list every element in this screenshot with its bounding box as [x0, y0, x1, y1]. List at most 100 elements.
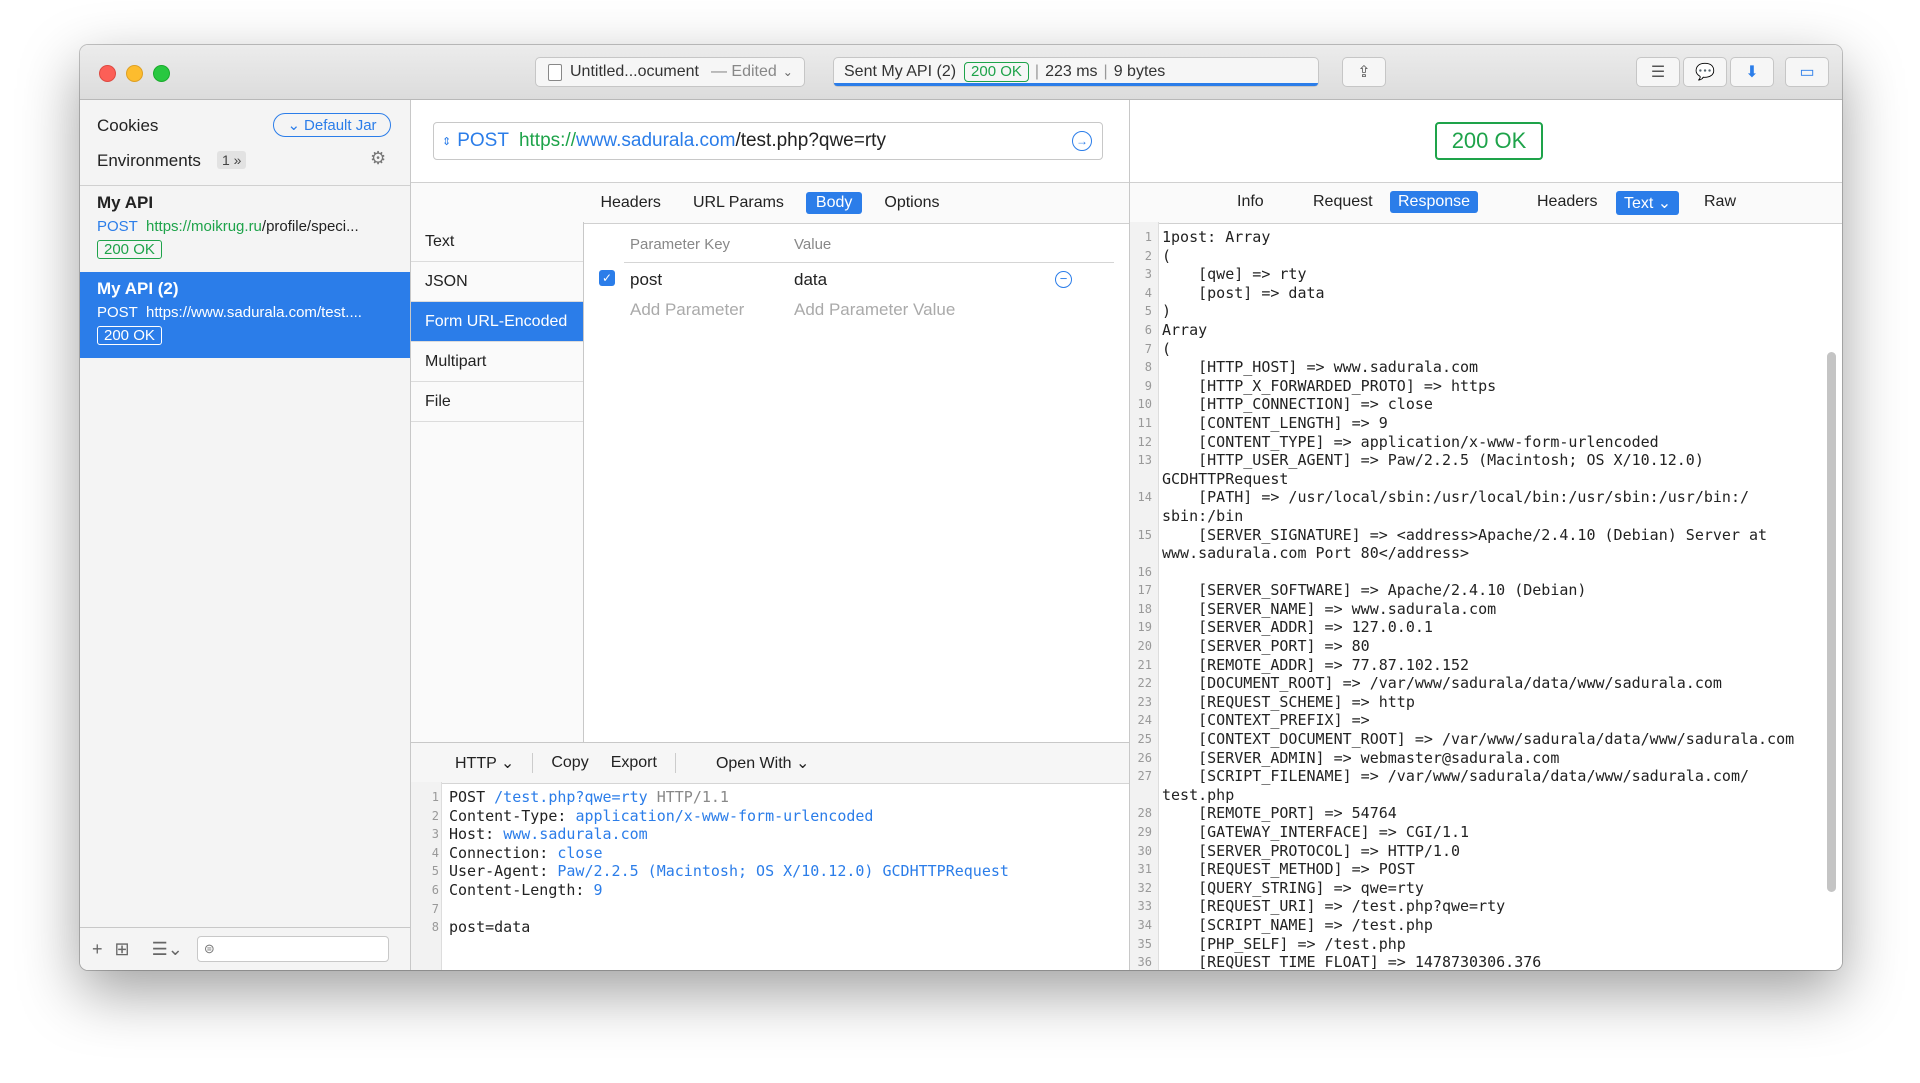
sort-menu-icon[interactable]: ☰⌄	[152, 939, 183, 960]
response-line: [REMOTE_ADDR] => 77.87.102.152	[1162, 655, 1470, 674]
line-number: 3	[1144, 267, 1152, 282]
tab-options[interactable]: Options	[874, 192, 949, 214]
body-type-list: Text JSON Form URL-Encoded Multipart Fil…	[411, 222, 584, 742]
response-scrollbar[interactable]	[1827, 352, 1836, 892]
sidebar-toggle-button[interactable]: ▭	[1785, 57, 1829, 87]
response-line: [CONTEXT_PREFIX] =>	[1162, 711, 1370, 730]
method-label[interactable]: POST	[457, 130, 509, 152]
zoom-window-button[interactable]	[153, 65, 170, 82]
response-line: test.php	[1162, 785, 1235, 804]
response-panel-button[interactable]: ⬇	[1730, 57, 1774, 87]
environments-count[interactable]: 1 »	[217, 151, 247, 169]
body-type-multipart[interactable]: Multipart	[411, 342, 583, 382]
url-bar[interactable]: ⇕ POST https://www.sadurala.com/test.php…	[433, 122, 1103, 160]
line-number: 14	[1137, 490, 1152, 505]
open-with-button[interactable]: Open With ⌄	[694, 753, 809, 773]
tab-headers[interactable]: Headers	[1529, 191, 1605, 213]
status-badge: 200 OK	[97, 326, 162, 345]
code-line: Content-Type: application/x-www-form-url…	[449, 806, 874, 825]
line-number: 26	[1137, 750, 1152, 765]
remove-param-icon[interactable]: −	[1055, 271, 1072, 288]
copy-button[interactable]: Copy	[551, 754, 588, 772]
response-line: [HTTP_X_FORWARDED_PROTO] => https	[1162, 376, 1497, 395]
response-line: [PATH] => /usr/local/sbin:/usr/local/bin…	[1162, 488, 1749, 507]
format-selector[interactable]: HTTP ⌄	[433, 753, 514, 773]
line-number	[1130, 470, 1152, 489]
response-line: [QUERY_STRING] => qwe=rty	[1162, 878, 1424, 897]
line-number: 23	[1137, 694, 1152, 709]
layout-button[interactable]: ☰	[1636, 57, 1680, 87]
response-line: [DOCUMENT_ROOT] => /var/www/sadurala/dat…	[1162, 674, 1722, 693]
param-value-header: Value	[794, 236, 832, 253]
tab-request[interactable]: Request	[1305, 191, 1381, 213]
minimize-window-button[interactable]	[126, 65, 143, 82]
share-button[interactable]: ⇪	[1342, 57, 1386, 87]
url-host: www.sadurala.com	[575, 130, 736, 151]
line-number: 15	[1137, 527, 1152, 542]
send-arrow-icon[interactable]: →	[1072, 131, 1092, 151]
request-list-item-selected[interactable]: My API (2) POST https://www.sadurala.com…	[80, 272, 410, 358]
request-pane: ⇕ POST https://www.sadurala.com/test.php…	[411, 100, 1130, 970]
add-group-icon[interactable]: ⊞	[115, 939, 130, 960]
request-list-item[interactable]: My API POST https://moikrug.ru/profile/s…	[80, 186, 410, 272]
cookies-label: Cookies	[97, 116, 159, 135]
response-line: [SERVER_SIGNATURE] => <address>Apache/2.…	[1162, 525, 1768, 544]
method-selector-icon[interactable]: ⇕	[442, 135, 451, 148]
code-line: Connection: close	[449, 843, 603, 862]
status-request-name: Sent My API (2)	[844, 63, 957, 80]
line-number: 27	[1137, 769, 1152, 784]
filter-input[interactable]: ⊜	[196, 936, 389, 962]
line-number: 13	[1137, 453, 1152, 468]
response-line: [REQUEST_URI] => /test.php?qwe=rty	[1162, 897, 1506, 916]
response-line: [CONTEXT_DOCUMENT_ROOT] => /var/www/sadu…	[1162, 730, 1795, 749]
tab-info[interactable]: Info	[1229, 191, 1272, 213]
export-button[interactable]: Export	[611, 754, 657, 772]
body-type-json[interactable]: JSON	[411, 262, 583, 302]
line-number: 4	[431, 845, 439, 860]
extensions-button[interactable]: 💬	[1683, 57, 1727, 87]
param-value-field[interactable]: data	[794, 270, 827, 290]
body-type-file[interactable]: File	[411, 382, 583, 422]
response-line: [SERVER_ADDR] => 127.0.0.1	[1162, 618, 1433, 637]
tab-raw[interactable]: Raw	[1696, 191, 1744, 213]
close-window-button[interactable]	[99, 65, 116, 82]
response-body: 1 2 3 4 5 6 7 8 9 10 11 12 13 14 15 16 17 18 19 20 21 22 23…	[1130, 222, 1842, 970]
chevron-down-icon: ⌄	[287, 117, 301, 134]
line-number: 33	[1137, 899, 1152, 914]
line-number: 2	[1144, 248, 1152, 263]
status-size: 9 bytes	[1113, 63, 1166, 80]
document-menu[interactable]: Untitled...ocument — Edited ⌄	[535, 57, 805, 87]
tab-body[interactable]: Body	[805, 192, 863, 214]
line-number: 5	[1144, 304, 1152, 319]
panel-icon: ▭	[1799, 64, 1815, 81]
response-line: [HTTP_USER_AGENT] => Paw/2.2.5 (Macintos…	[1162, 451, 1704, 470]
form-params-editor: Parameter Key Value ✓ post data − Add Pa…	[584, 222, 1129, 742]
add-param-key-input[interactable]: Add Parameter	[630, 300, 744, 320]
download-panel-icon: ⬇	[1745, 64, 1759, 81]
line-number: 20	[1137, 639, 1152, 654]
environments-label: Environments	[97, 151, 201, 170]
tab-headers[interactable]: Headers	[590, 192, 670, 214]
request-status-display[interactable]: Sent My API (2) 200 OK | 223 ms | 9 byte…	[833, 57, 1319, 87]
response-line: [REMOTE_PORT] => 54764	[1162, 804, 1397, 823]
body-type-text[interactable]: Text	[411, 222, 583, 262]
tab-response[interactable]: Response	[1390, 191, 1479, 213]
response-line: [REQUEST_SCHEME] => http	[1162, 692, 1415, 711]
raw-request-text: POST /test.php?qwe=rty HTTP/1.1 Content-T…	[449, 788, 1009, 937]
request-url: POST https://www.sadurala.com/test....	[97, 304, 362, 321]
cookie-jar-selector[interactable]: ⌄ Default Jar	[273, 113, 391, 137]
add-param-value-input[interactable]: Add Parameter Value	[794, 300, 955, 320]
line-number	[1130, 544, 1152, 563]
param-enabled-checkbox[interactable]: ✓	[599, 270, 615, 286]
tab-url-params[interactable]: URL Params	[683, 192, 794, 214]
response-line: sbin:/bin	[1162, 506, 1244, 525]
gear-icon[interactable]: ⚙	[370, 148, 386, 169]
code-line: Host: www.sadurala.com	[449, 825, 648, 844]
response-line: [GATEWAY_INTERFACE] => CGI/1.1	[1162, 823, 1470, 841]
text-format-selector[interactable]: Text ⌄	[1616, 191, 1680, 215]
param-key-field[interactable]: post	[630, 270, 662, 290]
line-number: 28	[1137, 806, 1152, 821]
add-request-icon[interactable]: +	[92, 939, 103, 960]
body-type-form-url-encoded[interactable]: Form URL-Encoded	[411, 302, 583, 342]
